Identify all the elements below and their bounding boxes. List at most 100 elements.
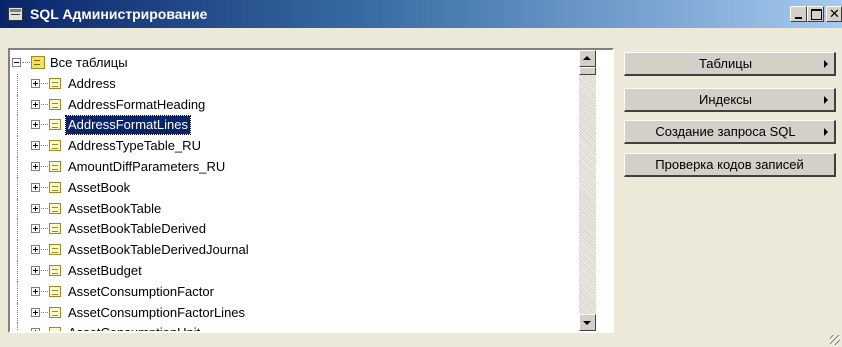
tree-connector xyxy=(17,156,18,178)
tables-button-label: Таблицы xyxy=(698,56,753,71)
tree-node-label: AssetBookTable xyxy=(68,200,162,216)
title-bar[interactable]: SQL Администрирование xyxy=(0,0,842,28)
tree-connector xyxy=(41,103,48,105)
tree-node-label: AddressFormatLines xyxy=(65,115,191,136)
vertical-scrollbar[interactable] xyxy=(579,50,596,331)
tree-root-label: Все таблицы xyxy=(50,55,128,70)
table-icon xyxy=(49,119,61,131)
tree-connector xyxy=(41,249,48,251)
table-icon xyxy=(49,244,61,256)
tree-connector xyxy=(41,145,48,147)
tree-node[interactable]: AssetBook xyxy=(10,177,570,199)
table-icon xyxy=(49,264,61,276)
expand-icon[interactable] xyxy=(31,307,40,317)
table-icon xyxy=(49,202,61,214)
collapse-icon[interactable] xyxy=(12,58,21,67)
expand-icon[interactable] xyxy=(31,224,40,234)
tree-node-label: AssetBookTableDerived xyxy=(68,221,207,237)
table-icon xyxy=(49,181,61,193)
tree-node[interactable]: AddressFormatHeading xyxy=(10,94,570,116)
minimize-button[interactable] xyxy=(790,6,807,22)
tree-connector xyxy=(41,124,48,126)
tree-node-label: AddressTypeTable_RU xyxy=(68,138,201,154)
table-icon xyxy=(49,285,61,297)
tree-connector xyxy=(22,62,30,63)
indexes-menu-button[interactable]: Индексы xyxy=(624,88,836,112)
submenu-arrow-icon xyxy=(824,60,828,68)
scroll-down-button[interactable] xyxy=(579,314,596,331)
tree-connector xyxy=(41,165,48,167)
window-app-icon xyxy=(8,7,23,21)
check-record-codes-button[interactable]: Проверка кодов записей xyxy=(624,153,836,177)
maximize-button[interactable] xyxy=(807,6,824,22)
tree-node[interactable]: AssetBookTableDerivedJournal xyxy=(10,240,570,261)
tree-node-label: Address xyxy=(68,75,116,91)
tree-node[interactable]: Address xyxy=(10,73,570,95)
tree-node[interactable]: AddressFormatLines xyxy=(10,115,570,137)
tree-connector xyxy=(17,73,18,95)
resize-grip-icon[interactable] xyxy=(830,335,840,345)
tree-node[interactable]: AssetBookTableDerived xyxy=(10,219,570,241)
tree-connector xyxy=(17,281,18,303)
tree-root-node[interactable]: Все таблицы xyxy=(10,53,570,74)
table-icon xyxy=(49,98,61,110)
window-title: SQL Администрирование xyxy=(30,6,208,22)
expand-icon[interactable] xyxy=(31,245,40,255)
scroll-up-button[interactable] xyxy=(579,50,596,67)
tree-connector xyxy=(41,311,48,313)
tree-connector xyxy=(17,136,18,157)
tree-list: Все таблицы Address AddressFormatHeading A… xyxy=(10,53,570,333)
tree-connector xyxy=(17,115,18,137)
tree-node-label: AssetBook xyxy=(68,179,131,195)
tables-tree-view[interactable]: Все таблицы Address AddressFormatHeading A… xyxy=(8,48,614,333)
tree-connector xyxy=(17,198,18,220)
expand-icon[interactable] xyxy=(31,265,40,275)
tree-connector xyxy=(41,290,48,292)
table-icon xyxy=(49,77,61,89)
expand-icon[interactable] xyxy=(31,182,40,192)
table-icon xyxy=(49,223,61,235)
tree-node[interactable]: AssetConsumptionUnit xyxy=(10,323,570,333)
scroll-thumb[interactable] xyxy=(579,67,596,75)
tree-connector xyxy=(17,94,18,116)
expand-icon[interactable] xyxy=(31,99,40,109)
table-icon xyxy=(49,306,61,318)
tree-node-label: AssetConsumptionUnit xyxy=(68,325,201,333)
table-icon xyxy=(49,160,61,172)
tree-connector xyxy=(17,302,18,324)
close-button[interactable] xyxy=(826,6,842,22)
expand-icon[interactable] xyxy=(31,78,40,88)
tree-node[interactable]: AssetBudget xyxy=(10,260,570,282)
expand-icon[interactable] xyxy=(31,328,40,331)
tree-node[interactable]: AddressTypeTable_RU xyxy=(10,136,570,157)
tree-connector xyxy=(17,260,18,282)
expand-icon[interactable] xyxy=(31,203,40,213)
tree-connector xyxy=(17,240,18,261)
tree-node-label: AssetBookTableDerivedJournal xyxy=(68,242,249,258)
tree-node[interactable]: AmountDiffParameters_RU xyxy=(10,156,570,178)
expand-icon[interactable] xyxy=(31,141,40,151)
tree-node-label: AddressFormatHeading xyxy=(68,96,206,112)
expand-icon[interactable] xyxy=(31,286,40,296)
tree-node-label: AssetConsumptionFactor xyxy=(68,283,214,299)
tree-node-label: AssetBudget xyxy=(68,262,142,278)
table-icon xyxy=(49,327,61,331)
tree-node[interactable]: AssetConsumptionFactorLines xyxy=(10,302,570,324)
indexes-button-label: Индексы xyxy=(698,92,752,107)
sql-admin-window: SQL Администрирование Все таблицы Addres… xyxy=(0,0,842,347)
tree-connector xyxy=(17,177,18,199)
tree-connector xyxy=(41,186,48,188)
expand-icon[interactable] xyxy=(31,161,40,171)
tree-node[interactable]: AssetBookTable xyxy=(10,198,570,220)
tree-connector xyxy=(41,228,48,230)
tree-node[interactable]: AssetConsumptionFactor xyxy=(10,281,570,303)
expand-icon[interactable] xyxy=(31,120,40,130)
tables-menu-button[interactable]: Таблицы xyxy=(624,52,836,76)
sql-query-button-label: Создание запроса SQL xyxy=(655,124,796,139)
tree-connector xyxy=(41,269,48,271)
check-codes-button-label: Проверка кодов записей xyxy=(655,157,804,172)
create-sql-query-button[interactable]: Создание запроса SQL xyxy=(624,120,836,144)
folder-table-icon xyxy=(31,56,45,69)
submenu-arrow-icon xyxy=(824,128,828,136)
tree-node-label: AmountDiffParameters_RU xyxy=(68,158,226,174)
